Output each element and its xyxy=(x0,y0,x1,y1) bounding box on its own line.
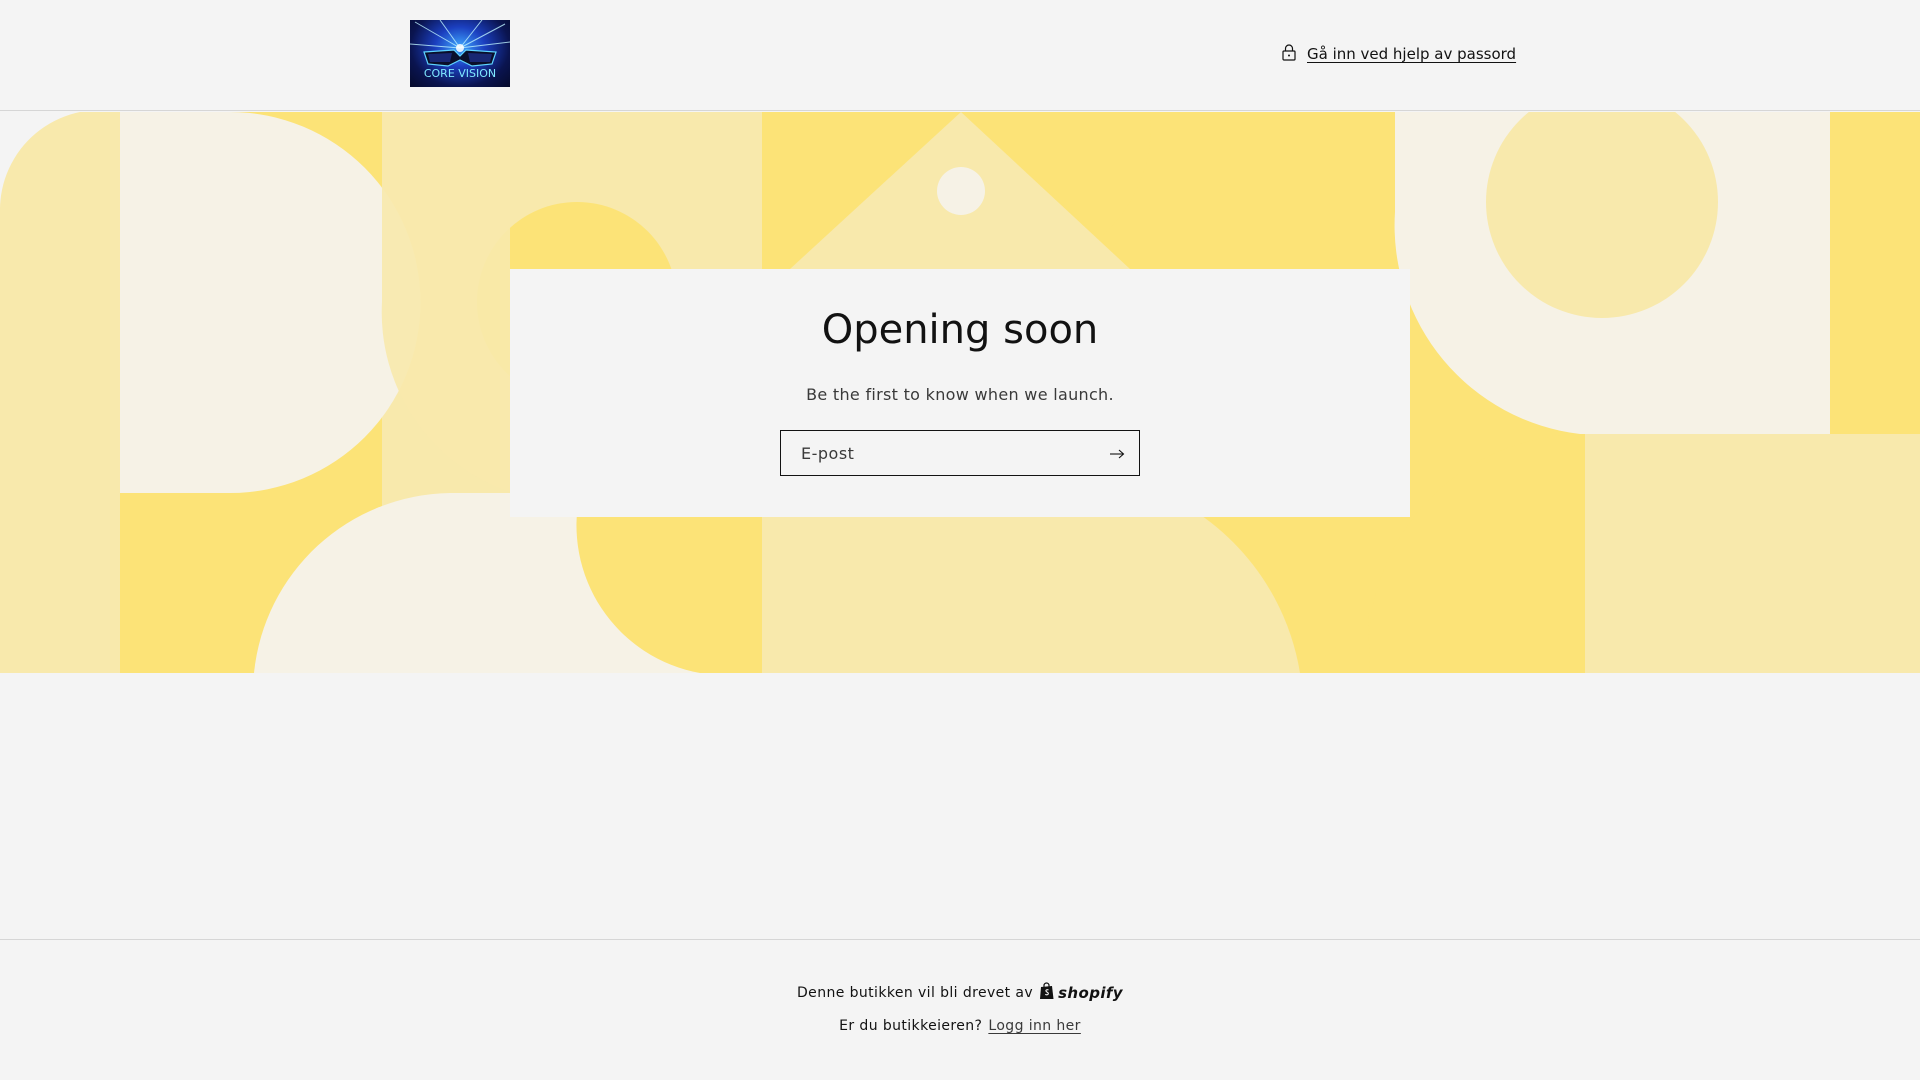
page-subtitle: Be the first to know when we launch. xyxy=(806,385,1114,404)
page-title: Opening soon xyxy=(821,307,1099,353)
powered-by: Denne butikken vil bli drevet av shopify xyxy=(0,982,1920,1004)
shopify-wordmark: shopify xyxy=(1058,984,1123,1002)
lock-icon xyxy=(1281,43,1297,65)
password-link-label: Gå inn ved hjelp av passord xyxy=(1307,45,1517,63)
subscribe-button[interactable] xyxy=(1095,431,1139,475)
arrow-right-icon xyxy=(1109,444,1125,463)
email-input[interactable] xyxy=(781,431,1081,475)
store-logo[interactable]: CORE VISION xyxy=(410,20,510,87)
newsletter-card: Opening soon Be the first to know when w… xyxy=(510,269,1410,517)
password-login-link[interactable]: Gå inn ved hjelp av passord xyxy=(1281,40,1516,68)
login-link[interactable]: Logg inn her xyxy=(988,1018,1080,1034)
powered-by-text: Denne butikken vil bli drevet av xyxy=(797,985,1034,1001)
email-signup-form xyxy=(780,430,1140,476)
shopping-bag-icon xyxy=(1039,982,1055,1004)
logo-text: CORE VISION xyxy=(423,67,497,80)
site-header: CORE VISION Gå inn ved hjelp av passord xyxy=(0,0,1920,111)
shopify-logo[interactable]: shopify xyxy=(1039,982,1123,1004)
site-footer: Denne butikken vil bli drevet av shopify… xyxy=(0,939,1920,1080)
owner-login: Er du butikkeieren? Logg inn her xyxy=(0,1018,1920,1034)
owner-question: Er du butikkeieren? xyxy=(839,1018,983,1034)
